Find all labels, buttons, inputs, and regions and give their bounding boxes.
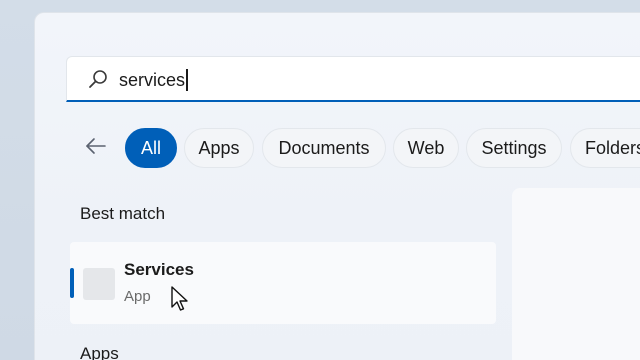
filter-chip-folders[interactable]: Folders: [570, 128, 640, 168]
result-name: Services: [124, 260, 194, 279]
apps-heading: Apps: [80, 344, 119, 360]
arrow-left-icon: [84, 134, 108, 163]
best-match-heading: Best match: [80, 204, 166, 223]
back-button[interactable]: [82, 134, 110, 162]
text-caret: [186, 69, 188, 91]
details-pane: [512, 188, 640, 360]
search-icon: [87, 68, 109, 90]
filter-chip-all[interactable]: All: [125, 128, 177, 168]
result-type: App: [124, 288, 151, 305]
best-match-result-services[interactable]: Services App: [70, 242, 496, 324]
search-input[interactable]: services: [66, 56, 640, 102]
filter-chip-apps[interactable]: Apps: [184, 128, 254, 168]
selection-indicator: [70, 268, 74, 298]
mouse-pointer-icon: [170, 285, 190, 313]
filter-chip-documents[interactable]: Documents: [262, 128, 386, 168]
filter-chip-settings[interactable]: Settings: [466, 128, 562, 168]
app-icon: [83, 268, 115, 300]
filter-chip-web[interactable]: Web: [393, 128, 459, 168]
search-query-text: services: [119, 69, 188, 91]
